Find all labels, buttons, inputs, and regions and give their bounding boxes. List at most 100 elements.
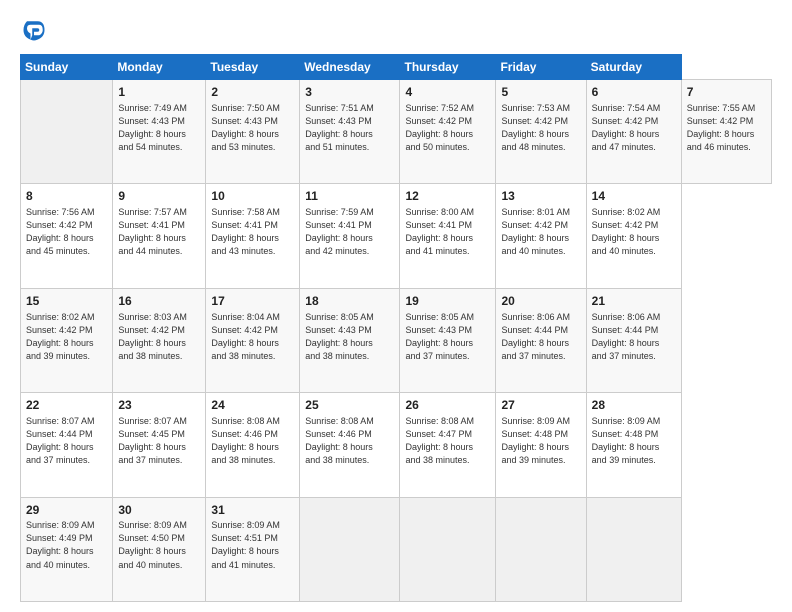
day-number: 26 <box>405 397 490 414</box>
day-number: 11 <box>305 188 394 205</box>
generalblue-logo-icon <box>20 16 48 44</box>
day-info: Sunrise: 8:09 AM Sunset: 4:48 PM Dayligh… <box>501 415 580 467</box>
day-info: Sunrise: 8:07 AM Sunset: 4:45 PM Dayligh… <box>118 415 200 467</box>
calendar-day: 3Sunrise: 7:51 AM Sunset: 4:43 PM Daylig… <box>300 80 400 184</box>
calendar-day: 12Sunrise: 8:00 AM Sunset: 4:41 PM Dayli… <box>400 184 496 288</box>
logo <box>20 16 52 44</box>
day-info: Sunrise: 8:06 AM Sunset: 4:44 PM Dayligh… <box>592 311 676 363</box>
calendar-day: 7Sunrise: 7:55 AM Sunset: 4:42 PM Daylig… <box>681 80 771 184</box>
calendar-day <box>586 497 681 601</box>
calendar-day: 15Sunrise: 8:02 AM Sunset: 4:42 PM Dayli… <box>21 288 113 392</box>
calendar-day: 2Sunrise: 7:50 AM Sunset: 4:43 PM Daylig… <box>206 80 300 184</box>
day-info: Sunrise: 7:54 AM Sunset: 4:42 PM Dayligh… <box>592 102 676 154</box>
day-info: Sunrise: 8:08 AM Sunset: 4:46 PM Dayligh… <box>305 415 394 467</box>
calendar-day <box>300 497 400 601</box>
day-header-monday: Monday <box>113 55 206 80</box>
calendar-day: 21Sunrise: 8:06 AM Sunset: 4:44 PM Dayli… <box>586 288 681 392</box>
day-info: Sunrise: 7:51 AM Sunset: 4:43 PM Dayligh… <box>305 102 394 154</box>
day-info: Sunrise: 7:55 AM Sunset: 4:42 PM Dayligh… <box>687 102 766 154</box>
calendar-day: 28Sunrise: 8:09 AM Sunset: 4:48 PM Dayli… <box>586 393 681 497</box>
day-info: Sunrise: 7:57 AM Sunset: 4:41 PM Dayligh… <box>118 206 200 258</box>
day-number: 5 <box>501 84 580 101</box>
day-number: 16 <box>118 293 200 310</box>
day-info: Sunrise: 8:00 AM Sunset: 4:41 PM Dayligh… <box>405 206 490 258</box>
calendar-day: 4Sunrise: 7:52 AM Sunset: 4:42 PM Daylig… <box>400 80 496 184</box>
calendar-week-2: 8Sunrise: 7:56 AM Sunset: 4:42 PM Daylig… <box>21 184 772 288</box>
day-info: Sunrise: 8:09 AM Sunset: 4:49 PM Dayligh… <box>26 519 107 571</box>
calendar-day: 23Sunrise: 8:07 AM Sunset: 4:45 PM Dayli… <box>113 393 206 497</box>
day-number: 25 <box>305 397 394 414</box>
calendar-week-4: 22Sunrise: 8:07 AM Sunset: 4:44 PM Dayli… <box>21 393 772 497</box>
calendar-day: 13Sunrise: 8:01 AM Sunset: 4:42 PM Dayli… <box>496 184 586 288</box>
calendar-day: 29Sunrise: 8:09 AM Sunset: 4:49 PM Dayli… <box>21 497 113 601</box>
day-info: Sunrise: 8:02 AM Sunset: 4:42 PM Dayligh… <box>592 206 676 258</box>
day-info: Sunrise: 8:08 AM Sunset: 4:47 PM Dayligh… <box>405 415 490 467</box>
calendar-week-5: 29Sunrise: 8:09 AM Sunset: 4:49 PM Dayli… <box>21 497 772 601</box>
day-header-wednesday: Wednesday <box>300 55 400 80</box>
day-number: 31 <box>211 502 294 519</box>
day-info: Sunrise: 7:50 AM Sunset: 4:43 PM Dayligh… <box>211 102 294 154</box>
day-info: Sunrise: 7:58 AM Sunset: 4:41 PM Dayligh… <box>211 206 294 258</box>
calendar-week-1: 1Sunrise: 7:49 AM Sunset: 4:43 PM Daylig… <box>21 80 772 184</box>
day-number: 20 <box>501 293 580 310</box>
calendar-day: 10Sunrise: 7:58 AM Sunset: 4:41 PM Dayli… <box>206 184 300 288</box>
calendar-day: 14Sunrise: 8:02 AM Sunset: 4:42 PM Dayli… <box>586 184 681 288</box>
day-info: Sunrise: 8:03 AM Sunset: 4:42 PM Dayligh… <box>118 311 200 363</box>
day-number: 3 <box>305 84 394 101</box>
calendar-day: 30Sunrise: 8:09 AM Sunset: 4:50 PM Dayli… <box>113 497 206 601</box>
day-info: Sunrise: 8:09 AM Sunset: 4:48 PM Dayligh… <box>592 415 676 467</box>
day-number: 4 <box>405 84 490 101</box>
header-row: SundayMondayTuesdayWednesdayThursdayFrid… <box>21 55 772 80</box>
day-number: 27 <box>501 397 580 414</box>
day-number: 15 <box>26 293 107 310</box>
day-info: Sunrise: 7:52 AM Sunset: 4:42 PM Dayligh… <box>405 102 490 154</box>
day-number: 30 <box>118 502 200 519</box>
day-header-thursday: Thursday <box>400 55 496 80</box>
day-number: 2 <box>211 84 294 101</box>
day-number: 19 <box>405 293 490 310</box>
calendar-day: 24Sunrise: 8:08 AM Sunset: 4:46 PM Dayli… <box>206 393 300 497</box>
calendar-day <box>496 497 586 601</box>
calendar-day: 31Sunrise: 8:09 AM Sunset: 4:51 PM Dayli… <box>206 497 300 601</box>
day-info: Sunrise: 8:01 AM Sunset: 4:42 PM Dayligh… <box>501 206 580 258</box>
day-info: Sunrise: 8:02 AM Sunset: 4:42 PM Dayligh… <box>26 311 107 363</box>
calendar-day <box>21 80 113 184</box>
calendar-header: SundayMondayTuesdayWednesdayThursdayFrid… <box>21 55 772 80</box>
day-number: 29 <box>26 502 107 519</box>
day-number: 21 <box>592 293 676 310</box>
day-info: Sunrise: 8:08 AM Sunset: 4:46 PM Dayligh… <box>211 415 294 467</box>
calendar-day: 22Sunrise: 8:07 AM Sunset: 4:44 PM Dayli… <box>21 393 113 497</box>
day-number: 1 <box>118 84 200 101</box>
calendar-day: 16Sunrise: 8:03 AM Sunset: 4:42 PM Dayli… <box>113 288 206 392</box>
calendar-day: 26Sunrise: 8:08 AM Sunset: 4:47 PM Dayli… <box>400 393 496 497</box>
day-info: Sunrise: 7:56 AM Sunset: 4:42 PM Dayligh… <box>26 206 107 258</box>
calendar-week-3: 15Sunrise: 8:02 AM Sunset: 4:42 PM Dayli… <box>21 288 772 392</box>
day-number: 8 <box>26 188 107 205</box>
calendar-day: 5Sunrise: 7:53 AM Sunset: 4:42 PM Daylig… <box>496 80 586 184</box>
calendar-day <box>400 497 496 601</box>
day-info: Sunrise: 8:05 AM Sunset: 4:43 PM Dayligh… <box>305 311 394 363</box>
day-number: 23 <box>118 397 200 414</box>
calendar-day: 1Sunrise: 7:49 AM Sunset: 4:43 PM Daylig… <box>113 80 206 184</box>
calendar-day: 18Sunrise: 8:05 AM Sunset: 4:43 PM Dayli… <box>300 288 400 392</box>
day-header-saturday: Saturday <box>586 55 681 80</box>
day-number: 6 <box>592 84 676 101</box>
day-number: 17 <box>211 293 294 310</box>
day-number: 12 <box>405 188 490 205</box>
day-number: 22 <box>26 397 107 414</box>
calendar-day: 25Sunrise: 8:08 AM Sunset: 4:46 PM Dayli… <box>300 393 400 497</box>
calendar-day: 27Sunrise: 8:09 AM Sunset: 4:48 PM Dayli… <box>496 393 586 497</box>
day-number: 18 <box>305 293 394 310</box>
header <box>20 16 772 44</box>
calendar-day: 8Sunrise: 7:56 AM Sunset: 4:42 PM Daylig… <box>21 184 113 288</box>
day-info: Sunrise: 7:53 AM Sunset: 4:42 PM Dayligh… <box>501 102 580 154</box>
calendar-day: 17Sunrise: 8:04 AM Sunset: 4:42 PM Dayli… <box>206 288 300 392</box>
calendar-table: SundayMondayTuesdayWednesdayThursdayFrid… <box>20 54 772 602</box>
calendar-day: 11Sunrise: 7:59 AM Sunset: 4:41 PM Dayli… <box>300 184 400 288</box>
day-info: Sunrise: 7:49 AM Sunset: 4:43 PM Dayligh… <box>118 102 200 154</box>
day-number: 14 <box>592 188 676 205</box>
day-number: 9 <box>118 188 200 205</box>
day-info: Sunrise: 8:05 AM Sunset: 4:43 PM Dayligh… <box>405 311 490 363</box>
day-info: Sunrise: 7:59 AM Sunset: 4:41 PM Dayligh… <box>305 206 394 258</box>
day-header-sunday: Sunday <box>21 55 113 80</box>
